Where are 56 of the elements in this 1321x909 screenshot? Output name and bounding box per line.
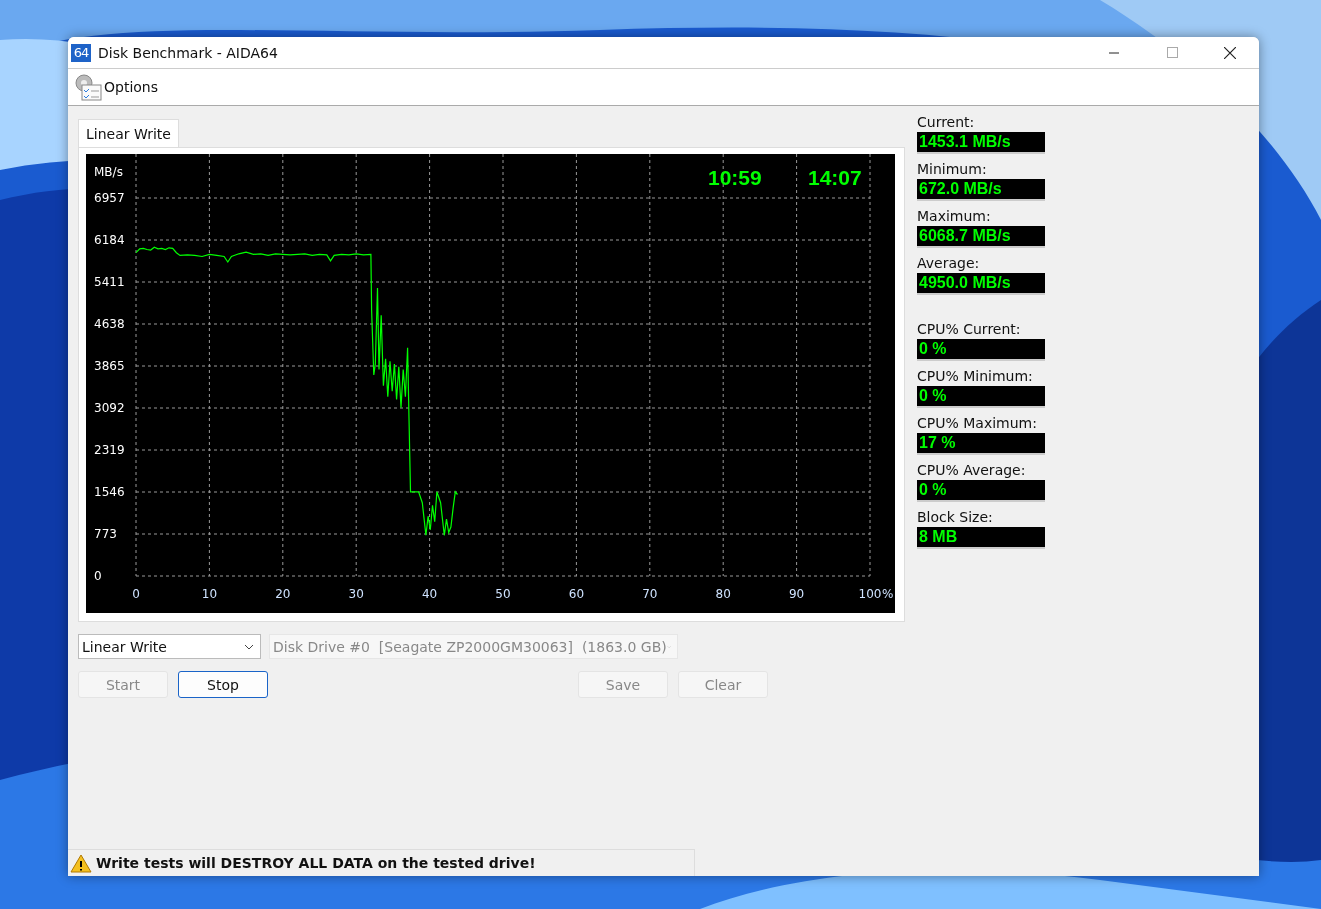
axis-title: % [882, 587, 894, 601]
stat-label: CPU% Average: [917, 462, 1027, 478]
axis-label: 5411 [94, 275, 125, 289]
axis-title: MB/s [94, 165, 123, 179]
settings-checklist-icon [74, 73, 102, 101]
stat-value: 0 % [917, 339, 1045, 361]
axis-label: 6957 [94, 191, 125, 205]
action-button[interactable]: Stop [178, 671, 268, 698]
axis-label: 50 [495, 587, 511, 601]
window-title: Disk Benchmark - AIDA64 [98, 44, 279, 61]
options-menu[interactable]: Options [74, 73, 159, 101]
axis-label: 0 [94, 569, 102, 583]
axis-label: 40 [421, 587, 438, 601]
stat-label: Minimum: [917, 161, 988, 177]
axis-label: 10 [201, 587, 218, 601]
timer-text: 10:59 [708, 166, 762, 189]
stat-value: 1453.1 MB/s [917, 132, 1045, 154]
stat-label: Average: [917, 255, 981, 271]
stat-label: Current: [917, 114, 976, 130]
maximize-icon [1166, 47, 1178, 58]
stat-label: CPU% Current: [917, 321, 1022, 337]
axis-label: 70 [642, 587, 658, 601]
chevron-down-icon [244, 643, 254, 650]
timer-text: 14:07 [808, 166, 862, 189]
stat-value: 0 % [917, 480, 1045, 502]
axis-label: 3092 [94, 401, 125, 415]
stat-label: Block Size: [917, 509, 994, 525]
axis-label: 0 [132, 587, 140, 601]
axis-label: 773 [94, 527, 117, 541]
axis-label: 30 [348, 587, 364, 601]
axis-label: 4638 [94, 317, 125, 331]
axis-label: 2319 [94, 443, 125, 457]
stat-value: 0 % [917, 386, 1045, 408]
chevron-down-icon [666, 643, 671, 650]
stat-value: 6068.7 MB/s [917, 226, 1045, 248]
stat-value: 4950.0 MB/s [917, 273, 1045, 295]
close-icon [1224, 46, 1236, 59]
warning-text: Write tests will DESTROY ALL DATA on the tested drive! [96, 855, 536, 871]
stat-value: 672.0 MB/s [917, 179, 1045, 201]
axis-label: 80 [715, 587, 731, 601]
stat-label: Maximum: [917, 208, 992, 224]
axis-label: 3865 [94, 359, 125, 373]
stat-label: CPU% Minimum: [917, 368, 1034, 384]
axis-label: 6184 [94, 233, 125, 247]
test-dropdown[interactable]: Linear Write [78, 634, 261, 659]
warning-icon [70, 853, 92, 873]
stat-value: 8 MB [917, 527, 1045, 549]
axis-label: 1546 [94, 485, 125, 499]
axis-label: 100 [858, 587, 882, 601]
stat-value: 17 % [917, 433, 1045, 455]
axis-label: 20 [275, 587, 291, 601]
axis-label: 60 [568, 587, 585, 601]
axis-label: 90 [788, 587, 805, 601]
tab[interactable]: Linear Write [78, 119, 179, 147]
app-icon: 64 [71, 43, 91, 62]
stat-label: CPU% Maximum: [917, 415, 1038, 431]
